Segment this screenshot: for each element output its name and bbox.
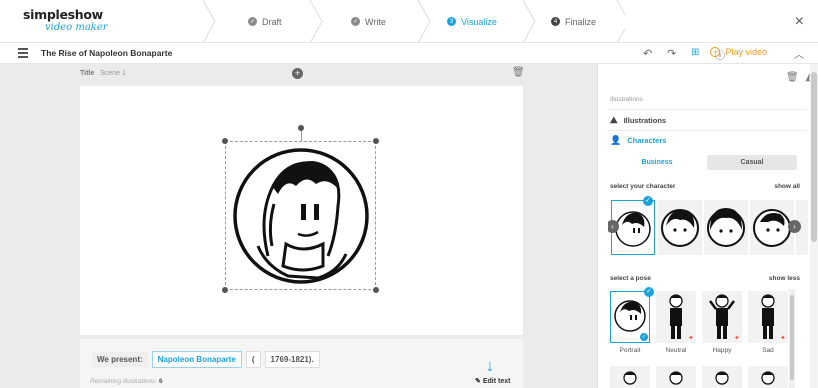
character-tile[interactable] [658,200,702,255]
step-draft[interactable]: ✓ Draft [248,0,282,43]
trash-icon[interactable]: 🗑 [786,72,799,83]
pose-thumb [623,371,637,385]
edit-text-label: Edit text [482,378,511,385]
pose-thumb [669,371,683,385]
check-icon: ✓ [351,17,360,26]
illustrations-link[interactable]: ⛰ Illustrations [610,115,666,126]
pose-label: Sad [762,347,774,354]
chevron-up-icon[interactable]: ︿ [794,46,804,61]
characters-label: Characters [627,136,667,145]
pose-tile[interactable] [656,366,696,388]
step-number: 3 [447,17,456,26]
character-row-header: select your character show all [610,183,800,190]
pose-tile[interactable] [748,366,788,388]
scene-text-bar: We present: Napoleon Bonaparte ( 1769-18… [80,339,523,388]
rotate-handle[interactable] [298,125,304,131]
app-logo[interactable]: simpleshow video maker [23,7,113,34]
pose-thumb [715,371,729,385]
show-all-link[interactable]: show all [774,183,800,190]
panel-scrollbar[interactable] [810,64,818,388]
text-chip-paren[interactable]: ( [245,351,261,368]
check-icon: ✓ [248,17,257,26]
illustrations-label: Illustrations [623,116,667,125]
add-scene-icon[interactable]: + [292,68,303,79]
remaining-illustrations: Remaining illustrations: 6 [90,378,163,385]
remaining-label: Remaining illustrations: [90,378,158,385]
person-icon: 👤 [610,135,622,145]
pose-label: Happy [712,347,732,354]
undo-icon[interactable]: ↶ [643,47,652,60]
scene-header: Title Scene 1 [80,70,126,77]
text-chip-years[interactable]: 1769-1821). [264,351,320,368]
logo-sub-text: video maker [45,22,108,33]
present-label: We present: [92,352,148,367]
new-badge-icon: ✦ [780,335,786,342]
script-text-row: We present: Napoleon Bonaparte ( 1769-18… [92,351,320,368]
play-video-label: Play video [725,47,767,57]
grid-icon[interactable]: ⊞ [691,47,699,58]
pose-scrollbar[interactable] [789,289,795,388]
check-icon: ✓ [643,196,653,206]
resize-handle-tl[interactable] [222,138,228,144]
remaining-count: 6 [159,378,163,385]
top-bar: simpleshow video maker ✓ Draft ✓ Write 3… [0,0,818,43]
redo-icon[interactable]: ↷ [667,47,676,60]
pose-grid: ✓ ✓ ✦ ✦ ✦ Portrait Neutral Happy Sad [610,287,795,388]
close-icon[interactable]: × [795,13,804,31]
show-less-link[interactable]: show less [769,275,800,282]
toggle-casual[interactable]: Casual [707,155,797,170]
menu-icon[interactable] [18,48,28,60]
resize-handle-tr[interactable] [373,138,379,144]
scene-name[interactable]: Scene 1 [100,70,126,77]
trash-icon[interactable]: 🗑 [512,67,525,78]
character-thumb [661,209,699,247]
arrow-down-icon: ↓ [486,358,494,375]
toggle-business[interactable]: Business [621,155,693,170]
character-portrait-illustration[interactable] [228,146,374,286]
resize-handle-bl[interactable] [222,287,228,293]
pose-label: Neutral [665,347,687,354]
character-carousel: ‹ › [608,198,808,256]
edit-text-button[interactable]: ✎ Edit text [475,377,510,385]
step-label: Finalize [565,16,597,27]
new-badge-icon: ✦ [734,335,740,342]
project-title: The Rise of Napoleon Bonaparte [41,48,173,58]
select-pose-label: select a pose [610,275,651,282]
new-badge-icon: ✦ [688,335,694,342]
step-number: 4 [551,17,560,26]
step-finalize[interactable]: 4 Finalize [551,0,596,43]
section-label: Illustrations [610,96,643,103]
scene-title-label: Title [80,70,95,77]
play-icon: + [710,47,721,57]
asset-panel: 🗑 ◭ Illustrations ⛰ Illustrations 👤 Char… [597,64,818,388]
pose-tile[interactable] [702,366,742,388]
project-toolbar: The Rise of Napoleon Bonaparte ↶ ↷ ⊞ ⓘ +… [0,43,818,64]
step-label: Draft [262,16,282,27]
characters-link[interactable]: 👤 Characters [610,135,666,146]
chevron-right-icon[interactable]: › [788,220,801,233]
mountain-icon: ⛰ [610,115,618,125]
divider [608,109,806,110]
resize-handle-br[interactable] [373,287,379,293]
pencil-icon: ✎ [475,378,481,385]
pose-thumb [761,371,775,385]
highlight-chip[interactable]: Napoleon Bonaparte [151,351,242,368]
select-character-label: select your character [610,183,676,190]
pose-label: Portrait [619,347,641,354]
step-visualize[interactable]: 3 Visualize [447,0,497,43]
pose-tile[interactable] [610,366,650,388]
step-label: Write [365,16,386,27]
divider [608,130,806,131]
step-navigation: ✓ Draft ✓ Write 3 Visualize 4 Finalize [185,0,625,43]
logo-main-text: simpleshow [23,7,103,22]
step-label: Visualize [461,16,497,27]
play-video-button[interactable]: + Play video [710,47,767,57]
character-tile[interactable] [704,200,748,255]
character-thumb [707,208,745,247]
step-write[interactable]: ✓ Write [351,0,386,43]
check-icon: ✓ [640,333,648,341]
pose-row-header: select a pose show less [610,275,800,282]
check-icon: ✓ [644,287,654,297]
